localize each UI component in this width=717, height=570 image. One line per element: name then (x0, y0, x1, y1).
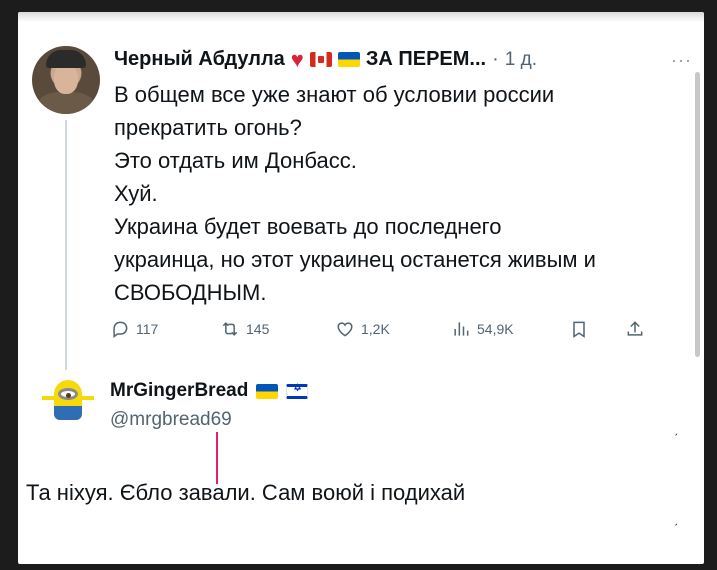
israel-flag-icon (286, 383, 309, 399)
author-name-suffix: ЗА ПЕРЕМ... (365, 48, 487, 70)
author-name[interactable]: Черный Абдулла (114, 48, 285, 71)
bookmark-button[interactable] (569, 319, 625, 339)
like-icon (337, 322, 353, 337)
reply-button[interactable]: 117 (110, 319, 220, 339)
minion-avatar-icon (54, 380, 82, 420)
bookmark-icon (573, 321, 585, 338)
views-icon (454, 322, 469, 336)
text-cursor (216, 432, 218, 484)
reply-author-name[interactable]: MrGingerBread (110, 380, 248, 402)
top-fade (18, 12, 704, 22)
retweet-count: 145 (246, 321, 270, 337)
like-button[interactable]: 1,2K (335, 319, 451, 339)
author-name-row[interactable]: Черный Абдулла ♥ ЗА ПЕРЕМ... · 1 д. (114, 48, 537, 71)
more-options-icon[interactable]: ··· (671, 50, 692, 71)
ukraine-flag-icon (337, 52, 360, 67)
tweet-line: Украина будет воевать до последнего (114, 214, 502, 239)
screenshot-card: Черный Абдулла ♥ ЗА ПЕРЕМ... · 1 д. ··· … (18, 12, 704, 564)
views-count: 54,9K (477, 321, 514, 337)
like-count: 1,2K (361, 321, 390, 337)
reply-text: Та ніхуя. Єбло завали. Сам воюй і подиха… (26, 480, 466, 505)
tweet-line: украинца, но этот украинец останется жив… (114, 247, 596, 272)
ukraine-flag-icon (256, 383, 279, 399)
tweet-text: В общем все уже знают об условии россии … (114, 78, 694, 309)
retweet-button[interactable]: 145 (220, 319, 335, 339)
tick-mark: ˏ (674, 512, 678, 526)
tick-mark: ˏ (674, 422, 678, 436)
tweet-line: СВОБОДНЫМ. (114, 280, 267, 305)
reply-avatar[interactable] (40, 374, 96, 430)
separator-dot: · (492, 48, 499, 70)
share-button[interactable] (625, 319, 645, 339)
tweet-line: Хуй. (114, 181, 158, 206)
thread-line (65, 120, 67, 370)
tweet-actions: 117 145 1,2K 54,9K (110, 315, 670, 343)
tweet-line: В общем все уже знают об условии россии (114, 82, 555, 107)
tweet-time[interactable]: 1 д. (505, 49, 537, 71)
tweet-line: прекратить огонь? (114, 115, 302, 140)
tweet-line: Это отдать им Донбасс. (114, 148, 357, 173)
reply-icon (113, 321, 128, 338)
reply-count: 117 (136, 321, 159, 337)
views-button[interactable]: 54,9K (451, 319, 569, 339)
scrollbar[interactable] (695, 72, 700, 357)
red-heart-emoji-icon: ♥ (290, 46, 304, 72)
author-avatar[interactable] (32, 46, 100, 114)
retweet-icon (222, 322, 238, 336)
reply-author-row[interactable]: MrGingerBread (110, 380, 309, 402)
share-icon (627, 321, 643, 336)
reply-author-handle[interactable]: @mrgbread69 (110, 409, 232, 431)
canada-flag-icon (309, 52, 332, 67)
